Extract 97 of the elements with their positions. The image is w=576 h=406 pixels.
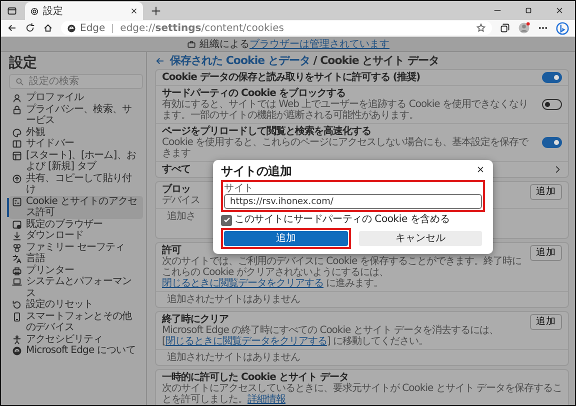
laptop-icon [12, 277, 22, 287]
profile-icon [12, 93, 22, 103]
copilot-icon[interactable] [556, 22, 569, 34]
tab-title: 設定 [43, 4, 64, 18]
sidebar-item[interactable]: スマートフォンとその他のデバイス [9, 310, 143, 334]
empty-message: 追加されたサイトはありません [166, 352, 300, 363]
sidebar-item[interactable]: ファミリー セーフティ [9, 242, 143, 253]
sidebar-item[interactable]: Cookie とサイトのアクセス許可 [9, 196, 143, 218]
sidebar-title: 設定 [9, 55, 38, 71]
accessibility-icon [12, 334, 22, 344]
section-link[interactable]: 閉じるときに閲覧データをクリアする [162, 278, 324, 289]
field-label: サイト [224, 183, 254, 194]
lock-icon [12, 104, 22, 114]
sidebar-item[interactable]: [スタート]、[ホーム]、および [新規] タブ [9, 150, 143, 172]
setting-title: サードパーティの Cookie をブロックする [162, 88, 346, 99]
section-link[interactable]: 閉じるときに閲覧データをクリアする [165, 336, 327, 347]
url-text: edge://settings/content/cookies [120, 22, 285, 36]
empty-message: 追加さ [166, 211, 196, 222]
chevron-right-icon[interactable] [553, 165, 562, 174]
maximize-icon[interactable] [524, 6, 533, 15]
sidebar-item[interactable]: 外観 [9, 126, 143, 138]
section-title: ブロッ [162, 184, 190, 195]
sidebar-item[interactable]: 共有、コピーして貼り付け [9, 172, 143, 196]
phone-icon [12, 312, 22, 322]
search-icon [15, 77, 24, 86]
section-description: Microsoft Edge の終了時にすべての Cookie とサイト データを消去するには、[閉じるときに閲覧データをクリアする] に移動してください。 [162, 325, 500, 347]
close-icon[interactable] [555, 6, 564, 15]
add-button[interactable]: 追加 [530, 245, 562, 261]
home-icon[interactable] [43, 23, 53, 33]
refresh-icon[interactable] [25, 23, 35, 33]
check-icon [222, 216, 230, 224]
sidebar-item[interactable]: サイドバー [9, 138, 143, 150]
sidebar-item[interactable]: アクセシビリティ [9, 334, 143, 345]
sidebar-item[interactable]: 既定のブラウザー [9, 218, 143, 230]
add-button[interactable]: 追加 [530, 314, 562, 330]
share-icon [12, 174, 22, 184]
download-icon [12, 231, 22, 241]
setting-description: 有効にすると、サイトでは Web 上でユーザーを追跡する Cookie を使用できなくなります。一部のサイトの機能が遮断される可能性があります。 [162, 99, 529, 121]
address-bar[interactable]: Edge edge://settings/content/cookies [61, 21, 492, 35]
sidebar-item[interactable]: プライバシー、検索、サービス [9, 104, 143, 126]
breadcrumb-link[interactable]: 保存された Cookie とデータ [170, 54, 310, 67]
back-icon[interactable] [7, 23, 17, 33]
language-icon [12, 254, 22, 264]
site-label: Edge [80, 22, 106, 36]
section-description: 次のサイトでは、ご利用のデバイスに Cookie を保存することができます。終了時にこれらの Cookie がクリアされないようにするには、 閉じるときに閲覧データをクリアする に進みます。 [162, 256, 522, 289]
reset-icon [12, 300, 22, 310]
page-heading: 保存された Cookie とデータ / Cookie とサイト データ [170, 54, 439, 67]
printer-icon [12, 266, 22, 276]
empty-message: 追加されたサイトはありません [166, 294, 300, 305]
close-icon[interactable] [476, 165, 485, 174]
setting-title: ページをプリロードして閲覧と検索を高速化する [162, 126, 371, 137]
profile-avatar-icon[interactable] [518, 22, 530, 34]
dialog-title: サイトの追加 [221, 165, 292, 178]
edge-logo-icon [67, 24, 76, 32]
sidebar-item[interactable]: 設定のリセット [9, 299, 143, 310]
managed-notice: 組織によるブラウザーは管理されています [200, 38, 390, 52]
url-input[interactable]: https://rsv.ihonex.com/ [224, 194, 482, 209]
favorite-star-icon[interactable] [476, 23, 486, 33]
setting-description: Cookie を使用すると、これらのページにアクセスしない場合にも、基本設定を保存できます [162, 137, 530, 159]
dialog-button[interactable]: 追加 [224, 231, 348, 246]
section-description: 次のサイトにアクセスしているときに、要求元サイトが Cookie とサイト データを保存することを許可しました。詳細情報 [162, 383, 562, 405]
setting-title: Cookie データの保存と読み取りをサイトに許可する (推奨) [162, 72, 420, 83]
close-icon[interactable] [130, 7, 138, 15]
sidebar-item[interactable]: プロファイル [9, 92, 143, 104]
section-title: 一時的に許可した Cookie とサイト データ [162, 372, 348, 383]
palette-icon [12, 128, 22, 138]
managed-link[interactable]: ブラウザーは管理されています [250, 38, 390, 50]
sidebar-icon [12, 139, 22, 149]
sidebar-item[interactable]: プリンター [9, 264, 143, 276]
checkbox-label: このサイトにサードパーティの Cookie を含める [234, 214, 450, 226]
sidebar-item[interactable]: システムとパフォーマンス [9, 276, 143, 299]
back-arrow-icon[interactable] [155, 56, 165, 66]
checkbox[interactable] [221, 214, 232, 226]
collections-icon[interactable] [500, 23, 510, 33]
browser-tab[interactable]: 設定 [25, 2, 143, 20]
dialog-button[interactable]: キャンセル [358, 231, 482, 246]
sidebar-item[interactable]: ダウンロード [9, 230, 143, 242]
section-title: 終了時にクリア [162, 314, 228, 325]
tab-actions-icon[interactable] [7, 6, 17, 16]
toggle-switch[interactable] [542, 72, 562, 83]
toggle-switch[interactable] [542, 137, 562, 148]
window-icon [12, 150, 22, 160]
search-placeholder: 設定の検索 [29, 74, 79, 89]
section-title: 許可 [162, 245, 181, 256]
setting-title: すべて [162, 164, 190, 175]
browser-icon [12, 220, 22, 230]
sidebar-item[interactable]: 言語 [9, 253, 143, 264]
add-button[interactable]: 追加 [530, 184, 562, 200]
section-link[interactable]: 詳細情報 [248, 394, 286, 405]
family-icon [12, 242, 22, 252]
gear-icon [30, 6, 39, 16]
sidebar-item[interactable]: Microsoft Edge について [9, 345, 143, 356]
new-tab-icon[interactable] [151, 6, 161, 16]
section-description: デバイス [162, 195, 200, 206]
toggle-switch[interactable] [542, 99, 562, 110]
edge-logo-icon [12, 346, 22, 356]
briefcase-icon [186, 40, 196, 48]
